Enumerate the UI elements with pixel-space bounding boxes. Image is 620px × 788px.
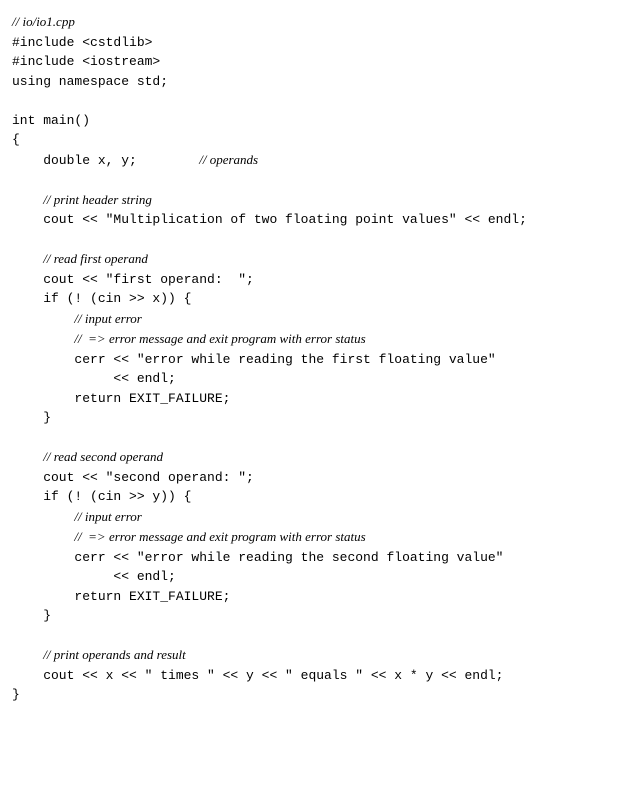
code-line: return EXIT_FAILURE;	[12, 587, 608, 607]
code-line: if (! (cin >> x)) {	[12, 289, 608, 309]
code-text	[12, 648, 43, 663]
code-line: // => error message and exit program wit…	[12, 527, 608, 548]
code-line: }	[12, 685, 608, 705]
code-comment: // input error	[74, 509, 141, 524]
code-line	[12, 230, 608, 250]
code-line: // input error	[12, 309, 608, 330]
code-text: }	[12, 687, 20, 702]
code-line: cout << "first operand: ";	[12, 270, 608, 290]
code-line: }	[12, 408, 608, 428]
code-line: {	[12, 130, 608, 150]
code-text: {	[12, 132, 20, 147]
code-line	[12, 626, 608, 646]
code-line: #include <iostream>	[12, 52, 608, 72]
code-line	[12, 91, 608, 111]
code-text	[12, 252, 43, 267]
code-text: << endl;	[12, 569, 176, 584]
code-line: #include <cstdlib>	[12, 33, 608, 53]
code-text: int main()	[12, 113, 90, 128]
code-text	[12, 193, 43, 208]
code-text: if (! (cin >> y)) {	[12, 489, 191, 504]
code-line: int main()	[12, 111, 608, 131]
code-line: // read first operand	[12, 249, 608, 270]
code-text: << endl;	[12, 371, 176, 386]
code-line: cerr << "error while reading the first f…	[12, 350, 608, 370]
code-comment: // read first operand	[43, 251, 148, 266]
code-text	[12, 172, 20, 187]
code-text	[12, 628, 20, 643]
code-line: cout << "second operand: ";	[12, 468, 608, 488]
code-text: using namespace std;	[12, 74, 168, 89]
code-text	[12, 232, 20, 247]
code-line: // print header string	[12, 190, 608, 211]
code-text: if (! (cin >> x)) {	[12, 291, 191, 306]
code-comment: // io/io1.cpp	[12, 14, 75, 29]
code-comment: // => error message and exit program wit…	[74, 331, 365, 346]
code-line: using namespace std;	[12, 72, 608, 92]
code-text	[12, 430, 20, 445]
code-line: cout << x << " times " << y << " equals …	[12, 666, 608, 686]
code-line: double x, y; // operands	[12, 150, 608, 171]
code-text	[12, 450, 43, 465]
code-line: // print operands and result	[12, 645, 608, 666]
code-text: return EXIT_FAILURE;	[12, 589, 230, 604]
code-line: // input error	[12, 507, 608, 528]
code-text: double x, y;	[12, 153, 199, 168]
code-line: << endl;	[12, 567, 608, 587]
code-comment: // => error message and exit program wit…	[74, 529, 365, 544]
code-comment: // read second operand	[43, 449, 163, 464]
code-text: #include <cstdlib>	[12, 35, 152, 50]
code-line: // => error message and exit program wit…	[12, 329, 608, 350]
code-text: cout << "first operand: ";	[12, 272, 254, 287]
code-text: cerr << "error while reading the second …	[12, 550, 503, 565]
code-text: #include <iostream>	[12, 54, 160, 69]
code-text	[12, 312, 74, 327]
code-text	[12, 530, 74, 545]
code-text	[12, 332, 74, 347]
code-text: }	[12, 410, 51, 425]
code-text: cout << x << " times " << y << " equals …	[12, 668, 503, 683]
code-comment: // print operands and result	[43, 647, 186, 662]
code-line	[12, 428, 608, 448]
code-line: cout << "Multiplication of two floating …	[12, 210, 608, 230]
code-line: // read second operand	[12, 447, 608, 468]
code-text: cerr << "error while reading the first f…	[12, 352, 496, 367]
code-line: }	[12, 606, 608, 626]
code-line: cerr << "error while reading the second …	[12, 548, 608, 568]
code-comment: // print header string	[43, 192, 152, 207]
code-line: if (! (cin >> y)) {	[12, 487, 608, 507]
code-text	[12, 510, 74, 525]
code-text: cout << "second operand: ";	[12, 470, 254, 485]
code-text: cout << "Multiplication of two floating …	[12, 212, 527, 227]
code-listing: // io/io1.cpp #include <cstdlib> #include …	[12, 12, 608, 705]
code-line: // io/io1.cpp	[12, 12, 608, 33]
code-text: }	[12, 608, 51, 623]
code-comment: // input error	[74, 311, 141, 326]
code-line: << endl;	[12, 369, 608, 389]
code-text	[12, 93, 20, 108]
code-line: return EXIT_FAILURE;	[12, 389, 608, 409]
code-line	[12, 170, 608, 190]
code-comment: // operands	[199, 152, 258, 167]
code-text: return EXIT_FAILURE;	[12, 391, 230, 406]
